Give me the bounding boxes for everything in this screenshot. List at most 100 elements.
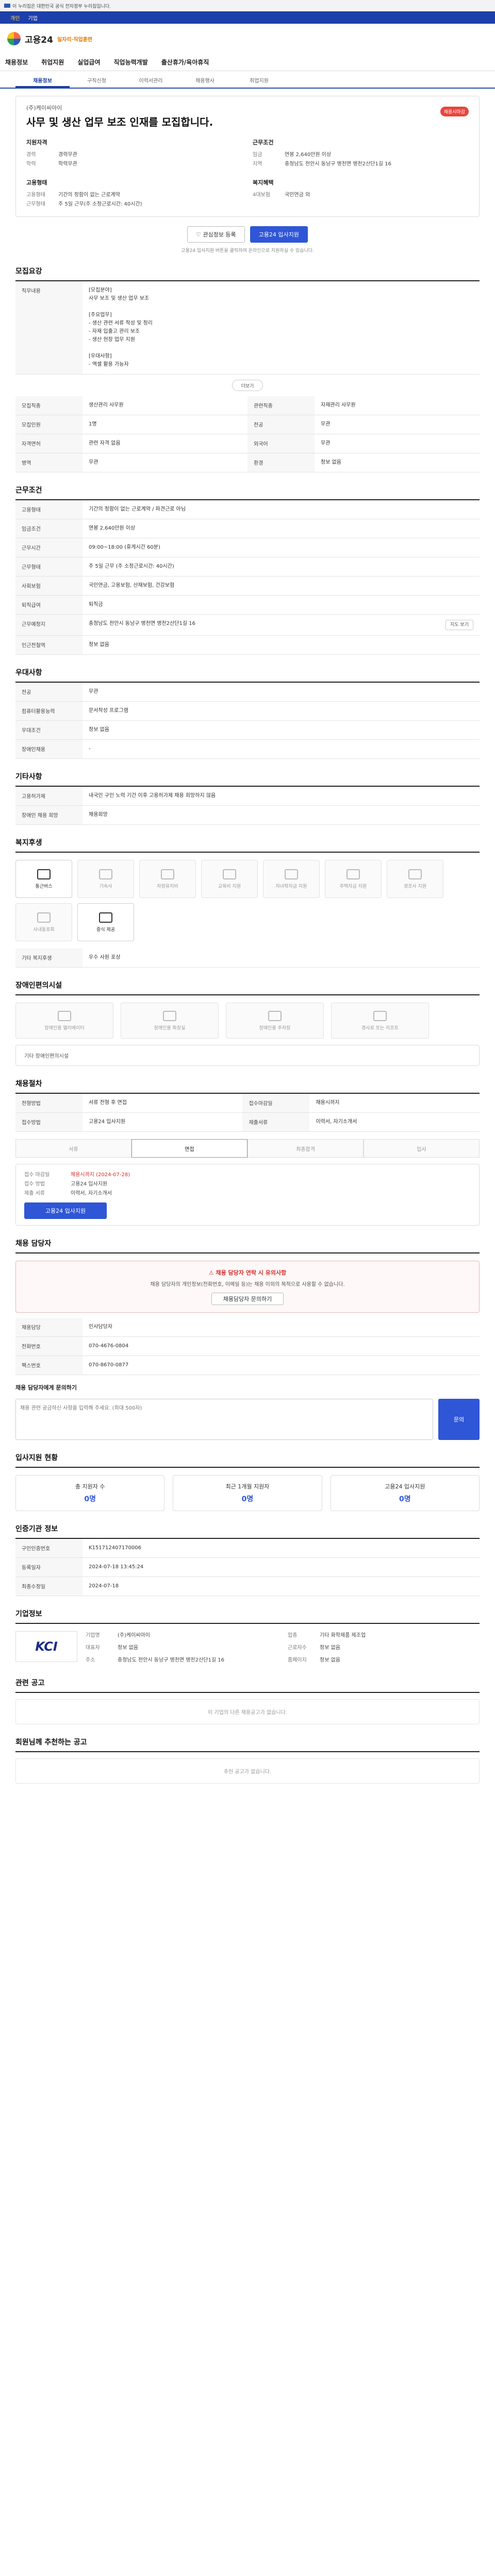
benefit-item: 사내동호회	[15, 903, 72, 941]
row-value: 정보 없음	[82, 720, 480, 740]
warning-text: 채용 담당자의 개인정보(전화번호, 이메일 등)는 채용 이외의 목적으로 사…	[150, 1282, 345, 1287]
row-key: 기타 복지후생	[15, 948, 82, 968]
benefit-icon	[37, 869, 51, 879]
row-key: 환경	[248, 453, 315, 472]
benefit-item: 자녀학자금 지원	[263, 860, 320, 898]
row-key: 전형방법	[15, 1094, 82, 1113]
row-value: 채용희망	[82, 805, 480, 825]
stat-value: 0명	[84, 1495, 96, 1503]
row-key: 고용형태	[26, 192, 45, 198]
contact-manager-button[interactable]: 채용담당자 문의하기	[211, 1293, 284, 1305]
logo-sub: 일자리·직업훈련	[57, 37, 93, 43]
benefit-item: 차량유지비	[139, 860, 196, 898]
empty-state: 이 기업의 다른 채용공고가 없습니다.	[15, 1699, 480, 1724]
section-title: 장애인편의시설	[15, 980, 480, 995]
favorite-button[interactable]: ♡ 관심정보 등록	[187, 226, 245, 243]
block-title: 복지혜택	[253, 179, 274, 186]
facility-icon	[163, 1010, 176, 1021]
row-value: 연봉 2,640만원 이상	[82, 519, 480, 538]
more-button[interactable]: 더보기	[232, 380, 263, 391]
nav-item[interactable]: 채용정보	[5, 58, 28, 66]
row-value: 070-8670-0877	[82, 1355, 480, 1375]
benefit-label: 기숙사	[99, 884, 112, 889]
row-key: 제출 서류	[24, 1191, 45, 1196]
benefit-item: 교육비 지원	[201, 860, 258, 898]
section-title: 입사지원 현황	[15, 1452, 480, 1468]
row-key: 모집직종	[15, 396, 82, 415]
subtab[interactable]: 채용정보	[15, 75, 70, 88]
row-value: 고용24 입사지원	[71, 1181, 108, 1187]
benefit-item: 경조사 지원	[387, 860, 443, 898]
job-title: 사무 및 생산 업무 보조 인재를 모집합니다.	[26, 116, 213, 128]
qa-textarea[interactable]	[15, 1399, 433, 1440]
apply-button[interactable]: 고용24 입사지원	[250, 226, 308, 243]
userbar-personal[interactable]: 개인	[10, 14, 20, 22]
logo-text[interactable]: 고용24	[25, 32, 53, 45]
benefit-icon	[99, 869, 112, 879]
row-value: 충청남도 천안시 동남구 병천면 병천2산단1길 16	[118, 1657, 224, 1663]
subtab[interactable]: 채용행사	[178, 75, 232, 88]
gov-banner-text: 이 누리집은 대한민국 공식 전자정부 누리집입니다.	[12, 4, 111, 9]
section-title: 근무조건	[15, 485, 480, 500]
main-nav: 채용정보 취업지원 실업급여 직업능력개발 출산휴가/육아휴직	[0, 54, 495, 71]
status-badge: 채용시마감	[440, 107, 469, 116]
benefit-icon	[161, 869, 174, 879]
row-key: 임금	[253, 152, 262, 158]
nav-item[interactable]: 취업지원	[41, 58, 64, 66]
row-value: 정보 없음	[118, 1645, 138, 1651]
facility-label: 경사로 또는 리프트	[361, 1025, 399, 1031]
benefit-item: 주택자금 지원	[325, 860, 382, 898]
nav-item[interactable]: 직업능력개발	[114, 58, 148, 66]
subtab[interactable]: 취업지원	[232, 75, 286, 88]
stat-value: 0명	[399, 1495, 411, 1503]
row-key: 사회보험	[15, 576, 82, 596]
qa-submit-button[interactable]: 문의	[438, 1399, 480, 1440]
facility-item: 경사로 또는 리프트	[331, 1003, 429, 1039]
stat-label: 최근 1개월 지원자	[225, 1483, 270, 1490]
userbar-company[interactable]: 기업	[28, 14, 37, 22]
benefit-icon	[99, 912, 112, 923]
row-key: 관련직종	[248, 396, 315, 415]
row-key: 구인인증번호	[15, 1539, 82, 1558]
stat-card: 최근 1개월 지원자 0명	[173, 1475, 322, 1511]
row-key: 접수방법	[15, 1112, 82, 1132]
section-title: 회원님께 추천하는 공고	[15, 1737, 480, 1752]
logo-icon[interactable]	[7, 32, 21, 45]
row-key: 컴퓨터활용능력	[15, 701, 82, 721]
nav-item[interactable]: 출산휴가/육아휴직	[161, 58, 209, 66]
row-value: 충청남도 천안시 동남구 병천면 병천2산단1길 16	[285, 161, 391, 167]
section-title: 채용 담당자	[15, 1238, 480, 1253]
row-key: 접수 마감일	[24, 1172, 50, 1178]
nav-item[interactable]: 실업급여	[77, 58, 100, 66]
subtab[interactable]: 이력서관리	[124, 75, 178, 88]
map-button[interactable]: 지도 보기	[446, 620, 473, 630]
benefit-item: 기숙사	[77, 860, 134, 898]
facility-label: 장애인용 엘리베이터	[44, 1025, 85, 1031]
benefit-icon	[285, 869, 298, 879]
block-title: 근무조건	[253, 139, 274, 146]
row-value: 서류 전형 후 면접	[82, 1094, 243, 1113]
facility-item: 장애인용 주차장	[226, 1003, 324, 1039]
stats-section: 입사지원 현황 총 지원자 수 0명 최근 1개월 지원자 0명 고용24 입사지원…	[15, 1452, 480, 1511]
benefit-label: 경조사 지원	[403, 884, 427, 889]
section-title: 기타사항	[15, 771, 480, 787]
row-key: 고용형태	[15, 500, 82, 519]
row-key: 장애인채용	[15, 739, 82, 759]
section-title: 복지후생	[15, 837, 480, 853]
benefit-icon	[223, 869, 236, 879]
apply-button-2[interactable]: 고용24 입사지원	[24, 1202, 107, 1219]
heart-icon: ♡	[196, 231, 203, 238]
empty-state: 추천 공고가 없습니다.	[15, 1758, 480, 1784]
row-key: 우대조건	[15, 720, 82, 740]
benefit-icon	[346, 869, 360, 879]
benefit-label: 자녀학자금 지원	[275, 884, 307, 889]
section-title: 관련 공고	[15, 1677, 480, 1693]
company-name[interactable]: (주)케이씨아이	[26, 104, 469, 112]
section-title: 인증기관 정보	[15, 1523, 480, 1539]
row-value: 국민연금 외	[285, 192, 310, 198]
benefit-label: 교육비 지원	[218, 884, 241, 889]
favorite-label: 관심정보 등록	[203, 231, 236, 238]
facility-label: 장애인용 주차장	[259, 1025, 291, 1031]
subtab[interactable]: 구직신청	[70, 75, 124, 88]
facility-item: 장애인용 엘리베이터	[15, 1003, 113, 1039]
